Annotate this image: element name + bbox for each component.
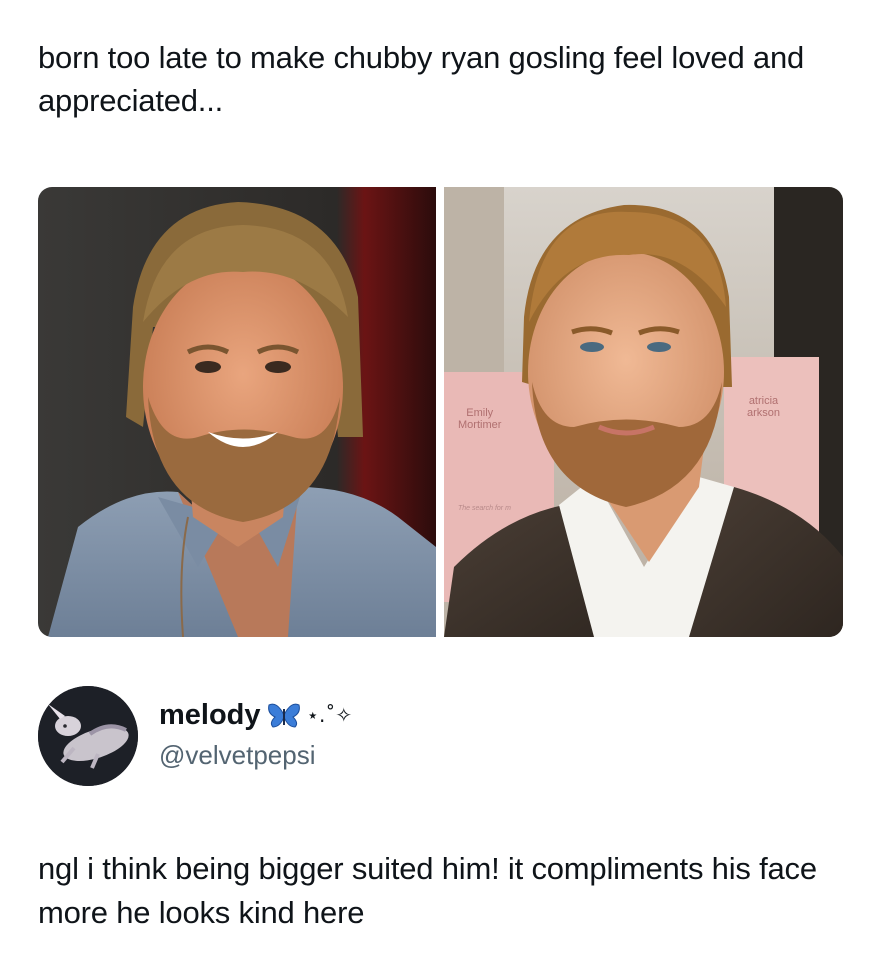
photo-grid[interactable]: Emily Mortimer atricia arkson The search… xyxy=(38,187,843,637)
poster-text-small: The search for m xyxy=(458,505,511,512)
poster-text-left: Emily Mortimer xyxy=(458,407,502,431)
photo-left[interactable] xyxy=(38,187,436,637)
butterfly-icon xyxy=(267,703,300,728)
post-text: born too late to make chubby ryan goslin… xyxy=(38,40,805,118)
portrait-photo-smiling-man-icon xyxy=(38,187,436,637)
photo-right[interactable]: Emily Mortimer atricia arkson The search… xyxy=(444,187,843,637)
avatar-unicorn-icon xyxy=(38,686,138,786)
sparkle-text: ⋆.˚✧ xyxy=(306,703,353,727)
portrait-photo-man-in-suit-icon xyxy=(444,187,843,637)
display-name[interactable]: melody xyxy=(159,697,261,733)
reply-text: ngl i think being bigger suited him! it … xyxy=(38,851,817,930)
poster-text-right: atricia arkson xyxy=(746,395,780,419)
user-handle[interactable]: @velvetpepsi xyxy=(159,739,315,771)
reply-author: melody ⋆.˚✧ @velvetpepsi xyxy=(38,686,838,786)
avatar[interactable] xyxy=(38,686,138,786)
